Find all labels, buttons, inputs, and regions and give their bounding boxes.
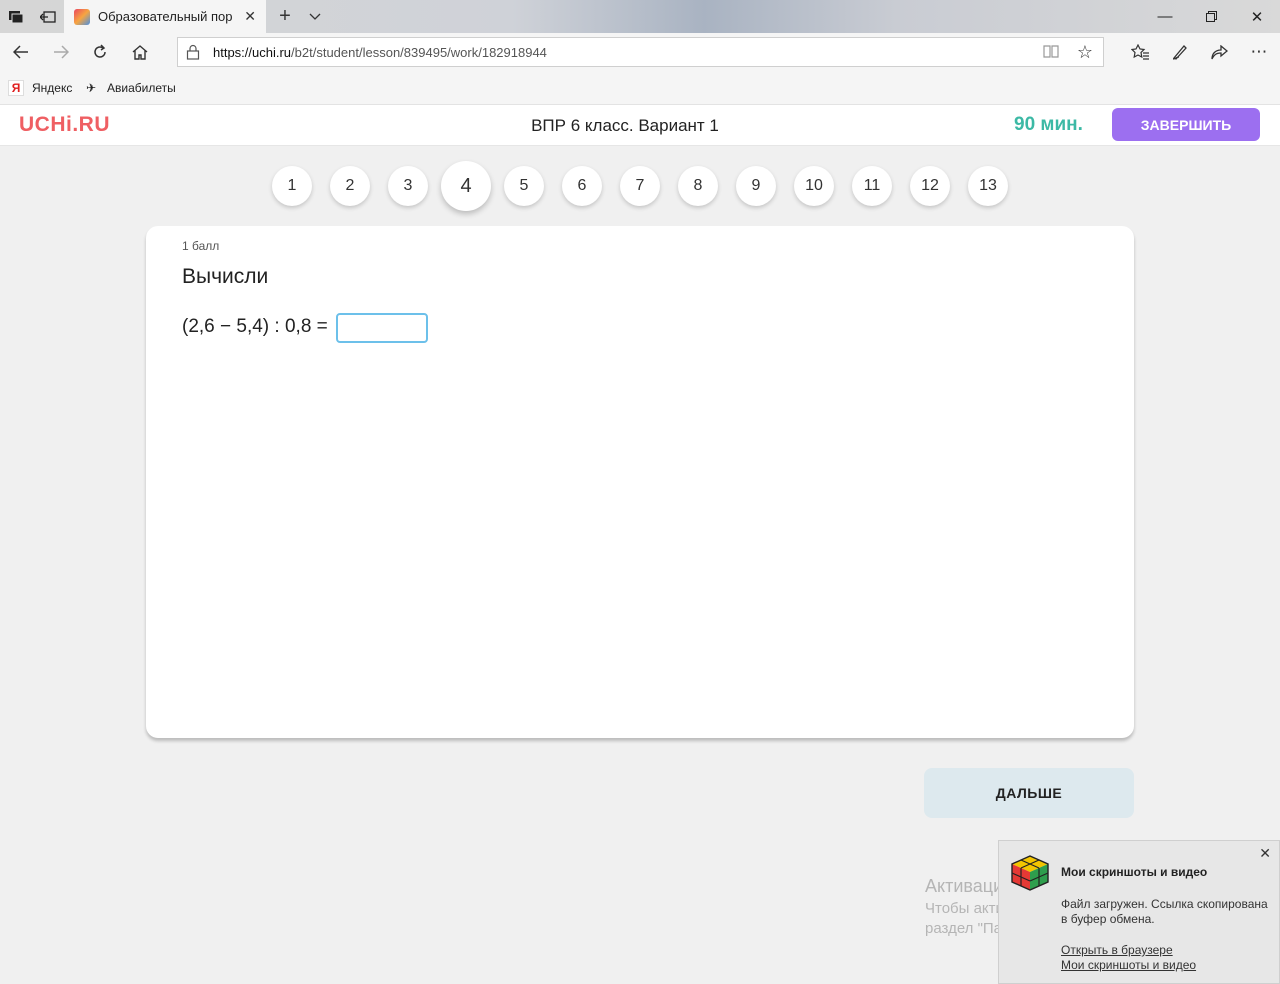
more-menu-icon[interactable]: ⋯ — [1244, 37, 1274, 67]
math-expression: (2,6 − 5,4) : 0,8 = — [182, 316, 328, 337]
url-text: https://uchi.ru/b2t/student/lesson/83949… — [213, 45, 547, 60]
airplane-icon: ✈ — [85, 81, 97, 95]
address-bar[interactable]: https://uchi.ru/b2t/student/lesson/83949… — [177, 37, 1104, 67]
minimize-icon[interactable]: — — [1142, 0, 1188, 33]
reading-view-icon[interactable] — [1043, 44, 1059, 61]
app-header: UCHi.RU ВПР 6 класс. Вариант 1 90 мин. З… — [0, 105, 1280, 146]
timer: 90 мин. — [1014, 114, 1083, 135]
question-nav-item-1[interactable]: 1 — [272, 166, 312, 206]
open-in-browser-link[interactable]: Открыть в браузере — [1061, 943, 1173, 957]
favorites-bar: Я Яндекс ✈ Авиабилеты — [0, 71, 1280, 105]
url-host: https://uchi.ru — [213, 45, 292, 60]
url-path: /b2t/student/lesson/839495/work/18291894… — [291, 45, 547, 60]
question-nav-item-11[interactable]: 11 — [852, 166, 892, 206]
question-card: 1 балл Вычисли (2,6 − 5,4) : 0,8 = — [146, 226, 1134, 738]
question-nav-item-12[interactable]: 12 — [910, 166, 950, 206]
question-nav-item-5[interactable]: 5 — [504, 166, 544, 206]
window-close-icon[interactable]: ✕ — [1234, 0, 1280, 33]
notification-text: Файл загружен. Ссылка скопирована в буфе… — [1061, 897, 1268, 926]
home-icon[interactable] — [125, 37, 155, 67]
set-aside-tabs-icon[interactable] — [32, 0, 64, 33]
question-nav: 1 2 3 4 5 6 7 8 9 10 11 12 13 — [0, 146, 1280, 226]
question-nav-item-10[interactable]: 10 — [794, 166, 834, 206]
notes-pen-icon[interactable] — [1165, 37, 1195, 67]
favorite-label: Яндекс — [32, 81, 73, 95]
share-icon[interactable] — [1204, 37, 1234, 67]
question-nav-item-4-active[interactable]: 4 — [441, 161, 491, 211]
favorite-item-yandex[interactable]: Я Яндекс — [8, 80, 72, 96]
next-button[interactable]: ДАЛЬШЕ — [924, 768, 1134, 818]
forward-icon[interactable] — [46, 37, 76, 67]
restore-icon[interactable] — [1188, 0, 1234, 33]
back-icon[interactable] — [6, 37, 36, 67]
tab-actions-icon[interactable] — [0, 0, 32, 33]
question-nav-item-8[interactable]: 8 — [678, 166, 718, 206]
refresh-icon[interactable] — [85, 37, 115, 67]
screenshot-notification: ✕ Мои скриншоты и видео Файл загружен. С… — [998, 840, 1280, 984]
question-nav-item-3[interactable]: 3 — [388, 166, 428, 206]
favorite-label: Авиабилеты — [107, 81, 176, 95]
site-favicon-icon — [74, 8, 90, 25]
notification-title: Мои скриншоты и видео — [1061, 865, 1208, 879]
favorite-item-aviabilety[interactable]: ✈ Авиабилеты — [83, 80, 176, 96]
yandex-icon: Я — [8, 80, 24, 96]
favorite-star-icon[interactable]: ☆ — [1077, 42, 1093, 63]
question-nav-item-7[interactable]: 7 — [620, 166, 660, 206]
question-nav-item-6[interactable]: 6 — [562, 166, 602, 206]
answer-input[interactable] — [336, 313, 428, 343]
tab-close-icon[interactable]: ✕ — [244, 8, 256, 25]
question-points: 1 балл — [182, 239, 220, 253]
notification-close-icon[interactable]: ✕ — [1259, 845, 1271, 862]
tab-title: Образовательный пор — [98, 9, 233, 24]
lock-icon — [186, 44, 200, 60]
favorites-hub-icon[interactable] — [1125, 37, 1155, 67]
browser-titlebar: Образовательный пор ✕ + — ✕ — [0, 0, 1280, 33]
tab-preview-chevron-icon[interactable] — [302, 0, 328, 33]
new-tab-icon[interactable]: + — [270, 0, 300, 33]
finish-button[interactable]: ЗАВЕРШИТЬ — [1112, 108, 1260, 141]
browser-toolbar: https://uchi.ru/b2t/student/lesson/83949… — [0, 33, 1280, 71]
browser-tab[interactable]: Образовательный пор ✕ — [64, 0, 266, 33]
my-screenshots-link[interactable]: Мои скриншоты и видео — [1061, 958, 1196, 972]
question-title: Вычисли — [182, 265, 269, 288]
question-nav-item-2[interactable]: 2 — [330, 166, 370, 206]
question-nav-item-9[interactable]: 9 — [736, 166, 776, 206]
question-nav-item-13[interactable]: 13 — [968, 166, 1008, 206]
rubiks-cube-icon — [1011, 855, 1049, 891]
